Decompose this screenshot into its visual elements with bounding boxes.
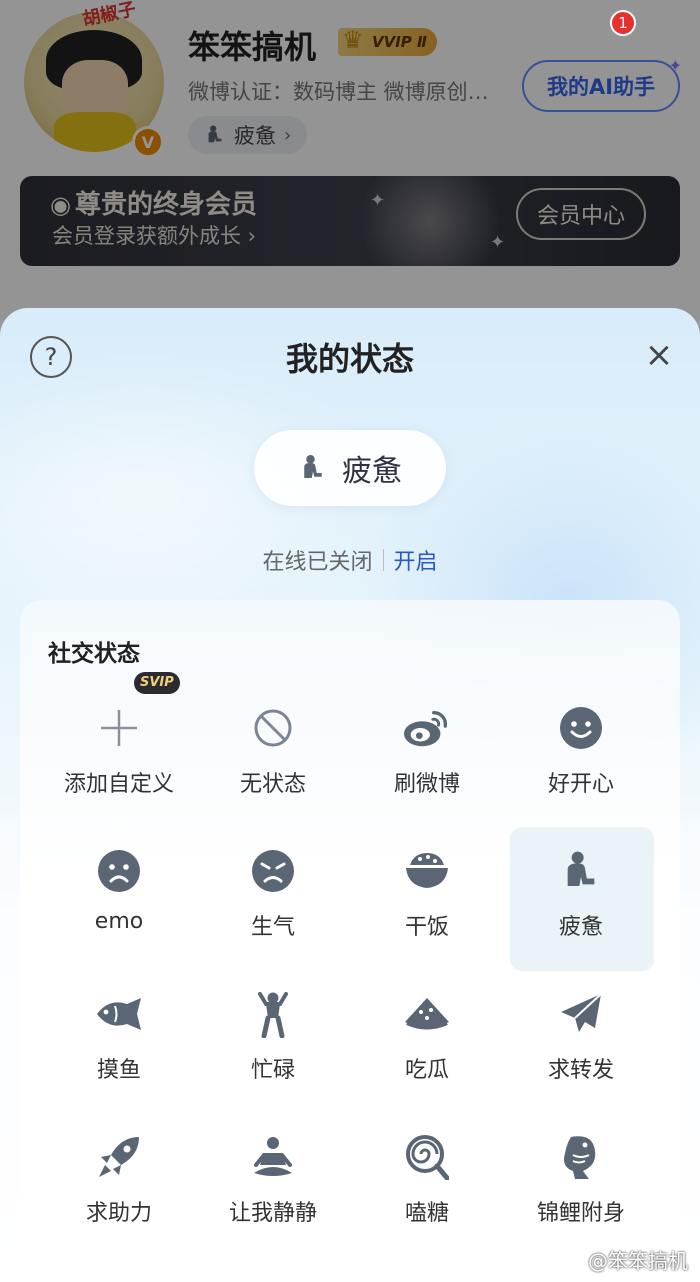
current-status-label: 疲惫: [342, 454, 402, 489]
status-label: 刷微博: [393, 772, 460, 797]
online-status-text: 在线已关闭: [262, 550, 373, 575]
status-watching-drama[interactable]: 吃瓜: [350, 970, 504, 1114]
enable-online-link[interactable]: 开启: [394, 544, 438, 576]
paper-plane-icon: [557, 990, 605, 1038]
status-label: emo: [94, 909, 144, 934]
status-lucky-koi[interactable]: 锦鲤附身: [504, 1113, 658, 1257]
sad-face-icon: [95, 847, 143, 895]
status-add-custom[interactable]: SVIP 添加自定义: [42, 672, 196, 828]
rocket-icon: [95, 1133, 143, 1181]
status-label: 好开心: [547, 772, 614, 797]
rice-bowl-icon: [403, 847, 451, 895]
status-label: 嗑糖: [404, 1201, 449, 1226]
status-label: 摸鱼: [96, 1058, 141, 1083]
status-label: 求助力: [85, 1201, 152, 1226]
status-need-help[interactable]: 求助力: [42, 1113, 196, 1257]
status-label: 求转发: [547, 1058, 614, 1083]
status-none[interactable]: 无状态: [196, 684, 350, 828]
status-eating[interactable]: 干饭: [350, 827, 504, 971]
busy-person-icon: [249, 990, 297, 1038]
plus-icon: [95, 704, 143, 752]
divider: [382, 549, 384, 571]
status-label: 吃瓜: [404, 1058, 449, 1083]
meditation-icon: [249, 1133, 297, 1181]
online-status-row: 在线已关闭 开启: [0, 544, 700, 576]
svip-badge: SVIP: [134, 672, 180, 694]
watermelon-icon: [403, 990, 451, 1038]
tired-person-icon: [557, 847, 605, 895]
current-status-pill[interactable]: 疲惫: [254, 430, 446, 506]
status-sheet: ? 我的状态 × 疲惫 在线已关闭 开启 社交状态 SVIP 添加自定义 无状态…: [0, 308, 700, 1282]
status-angry[interactable]: 生气: [196, 827, 350, 971]
status-leave-me-alone[interactable]: 让我静静: [196, 1113, 350, 1257]
status-slacking[interactable]: 摸鱼: [42, 970, 196, 1114]
koi-icon: [557, 1133, 605, 1181]
sheet-title: 我的状态: [285, 340, 414, 378]
happy-face-icon: [557, 704, 605, 752]
close-button[interactable]: ×: [638, 334, 680, 376]
angry-face-icon: [249, 847, 297, 895]
weibo-icon: [403, 704, 451, 752]
status-label: 锦鲤附身: [536, 1201, 625, 1226]
status-happy[interactable]: 好开心: [504, 684, 658, 828]
status-label: 让我静静: [228, 1201, 317, 1226]
notification-badge: 1: [610, 10, 636, 36]
status-label: 添加自定义: [63, 772, 174, 797]
section-title: 社交状态: [48, 641, 140, 667]
status-label: 生气: [250, 915, 295, 940]
close-icon: ×: [644, 335, 674, 375]
status-browsing-weibo[interactable]: 刷微博: [350, 684, 504, 828]
status-label: 疲惫: [558, 915, 603, 940]
status-label: 干饭: [404, 915, 449, 940]
status-please-repost[interactable]: 求转发: [504, 970, 658, 1114]
status-tired[interactable]: 疲惫: [504, 827, 658, 971]
status-label: 忙碌: [250, 1058, 295, 1083]
status-label: 无状态: [239, 772, 306, 797]
modal-overlay[interactable]: [0, 0, 700, 320]
status-busy[interactable]: 忙碌: [196, 970, 350, 1114]
no-status-icon: [249, 704, 297, 752]
status-emo[interactable]: emo: [42, 827, 196, 971]
tired-person-icon: [304, 455, 322, 478]
watermark: @笨笨搞机: [588, 1249, 688, 1273]
lollipop-icon: [403, 1133, 451, 1181]
social-status-card: 社交状态 SVIP 添加自定义 无状态 刷微博 好开心 emo 生气 干饭 疲惫…: [20, 600, 680, 1282]
fish-icon: [95, 990, 143, 1038]
status-eating-candy[interactable]: 嗑糖: [350, 1113, 504, 1257]
